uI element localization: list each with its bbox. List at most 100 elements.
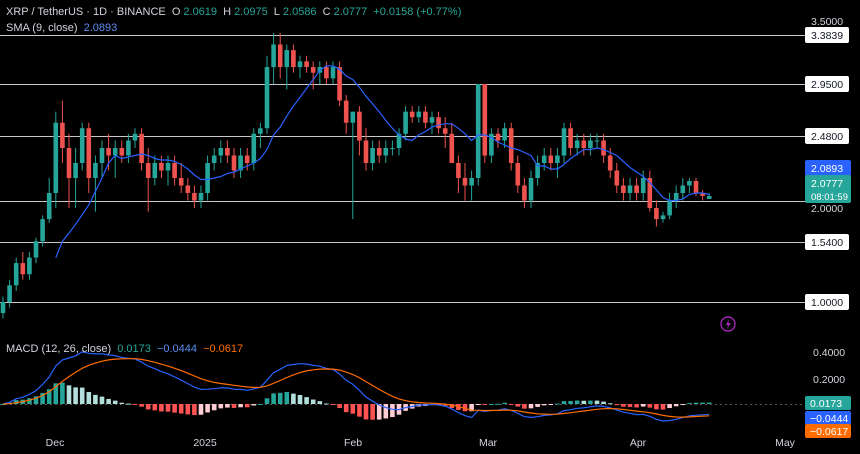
macd-axis-label: 0.4000 bbox=[813, 347, 845, 359]
macd-value-label: 0.0173 bbox=[810, 398, 842, 410]
candle-body bbox=[627, 185, 633, 193]
macd-histogram-bar bbox=[337, 404, 342, 409]
candle-body bbox=[588, 140, 593, 148]
macd-histogram-bar bbox=[73, 387, 78, 404]
macd-value-2: −0.0444 bbox=[156, 343, 198, 355]
candle-body bbox=[640, 178, 646, 193]
high-value: 2.0975 bbox=[234, 6, 268, 18]
candle-body bbox=[383, 148, 389, 156]
candle-body bbox=[363, 140, 369, 163]
price-axis-label: 3.3839 bbox=[811, 30, 843, 42]
macd-pane bbox=[0, 351, 805, 422]
macd-histogram-bar bbox=[317, 401, 323, 404]
macd-histogram-bar bbox=[515, 404, 521, 407]
candle-body bbox=[475, 84, 481, 178]
macd-histogram-bar bbox=[673, 404, 679, 407]
macd-histogram-bar bbox=[139, 404, 144, 407]
low-value: 2.0586 bbox=[282, 6, 317, 18]
macd-histogram-bar bbox=[640, 404, 646, 407]
candle-body bbox=[522, 185, 527, 201]
candle-body bbox=[403, 111, 408, 134]
macd-histogram-bar bbox=[93, 394, 98, 404]
macd-legend[interactable]: MACD (12, 26, close) 0.0173 −0.0444 −0.0… bbox=[6, 343, 246, 355]
macd-histogram-bar bbox=[528, 404, 534, 409]
candle-body bbox=[390, 148, 395, 149]
macd-histogram-bar bbox=[706, 402, 712, 404]
candle-body bbox=[53, 122, 59, 193]
macd-histogram-bar bbox=[614, 404, 620, 406]
candle-body bbox=[324, 67, 329, 79]
macd-histogram-bar bbox=[350, 404, 356, 414]
candle-body bbox=[357, 111, 362, 141]
macd-histogram-bar bbox=[297, 395, 303, 404]
last-price-label: 2.0777 bbox=[811, 178, 843, 190]
macd-histogram-bar bbox=[225, 404, 230, 408]
candle-body bbox=[73, 163, 78, 178]
candle-body bbox=[40, 219, 45, 242]
candle-body bbox=[495, 133, 501, 141]
macd-histogram-bar bbox=[376, 404, 382, 420]
candle-body bbox=[211, 155, 217, 163]
candle-body bbox=[291, 50, 296, 68]
candle-body bbox=[614, 170, 620, 186]
candle-body bbox=[271, 44, 276, 68]
macd-histogram-bar bbox=[178, 404, 184, 414]
macd-histogram-bar bbox=[198, 404, 204, 415]
sma-value: 2.0893 bbox=[83, 22, 118, 34]
macd-axis-label: 0.2000 bbox=[813, 374, 845, 386]
candle-body bbox=[27, 257, 32, 275]
macd-histogram-bar bbox=[390, 404, 395, 418]
candlestick-series bbox=[0, 33, 712, 319]
candle-body bbox=[502, 128, 507, 141]
candle-body bbox=[126, 140, 131, 156]
open-label: O bbox=[171, 6, 181, 18]
low-label: L bbox=[273, 6, 280, 18]
candle-body bbox=[7, 285, 12, 302]
macd-histogram-bar bbox=[159, 404, 164, 412]
macd-histogram-bar bbox=[271, 393, 276, 404]
price-axis-label: 2.4800 bbox=[811, 131, 843, 143]
candle-body bbox=[706, 196, 712, 199]
candle-body bbox=[594, 140, 600, 142]
candle-body bbox=[350, 111, 356, 123]
candle-body bbox=[86, 128, 92, 178]
macd-histogram-bar bbox=[211, 404, 217, 411]
macd-label: MACD (12, 26, close) bbox=[6, 343, 112, 355]
candle-body bbox=[218, 148, 224, 156]
candle-body bbox=[416, 111, 422, 118]
macd-histogram-bar bbox=[667, 404, 672, 409]
candle-body bbox=[508, 128, 514, 163]
macd-histogram-bar bbox=[119, 402, 125, 404]
candle-body bbox=[172, 163, 177, 178]
macd-histogram-bar bbox=[126, 403, 131, 405]
candle-body bbox=[251, 133, 257, 163]
macd-histogram-bar bbox=[555, 403, 560, 405]
close-label: C bbox=[322, 6, 331, 18]
macd-histogram-bar bbox=[660, 404, 666, 410]
macd-histogram-bar bbox=[489, 403, 494, 405]
candle-body bbox=[680, 185, 686, 193]
time-axis-label: Feb bbox=[344, 437, 362, 449]
macd-histogram-bar bbox=[607, 403, 613, 405]
candle-body bbox=[165, 163, 171, 171]
macd-histogram-bar bbox=[475, 404, 481, 405]
candle-body bbox=[574, 140, 580, 148]
change-value: +0.0158 (+0.77%) bbox=[373, 6, 462, 18]
macd-histogram-bar bbox=[291, 393, 296, 404]
candle-body bbox=[654, 208, 659, 220]
close-value: 2.0777 bbox=[333, 6, 368, 18]
symbol-label[interactable]: XRP / TetherUS · 1D · BINANCE bbox=[6, 6, 166, 18]
price-chart[interactable]: 3.5000 3.3839 2.9500 2.4800 2.0000 1.5400 1.00… bbox=[0, 0, 860, 454]
time-axis[interactable]: Dec 2025 Feb Mar Apr May bbox=[46, 437, 796, 449]
time-axis-label: Apr bbox=[630, 437, 647, 449]
candle-body bbox=[482, 84, 488, 156]
macd-value-label: −0.0444 bbox=[810, 413, 848, 425]
sma-legend[interactable]: SMA (9, close) 2.0893 bbox=[6, 22, 120, 34]
price-axis[interactable]: 3.5000 3.3839 2.9500 2.4800 2.0000 1.5400 1.00… bbox=[805, 16, 851, 310]
sma-price-label: 2.0893 bbox=[811, 163, 843, 175]
candle-body bbox=[198, 193, 204, 201]
macd-axis[interactable]: 0.4000 0.2000 0.0173 −0.0444−0.0617 bbox=[805, 347, 851, 438]
lightning-bolt-icon[interactable] bbox=[720, 316, 736, 332]
macd-histogram-bar bbox=[192, 404, 197, 416]
macd-histogram-bar bbox=[621, 404, 626, 407]
